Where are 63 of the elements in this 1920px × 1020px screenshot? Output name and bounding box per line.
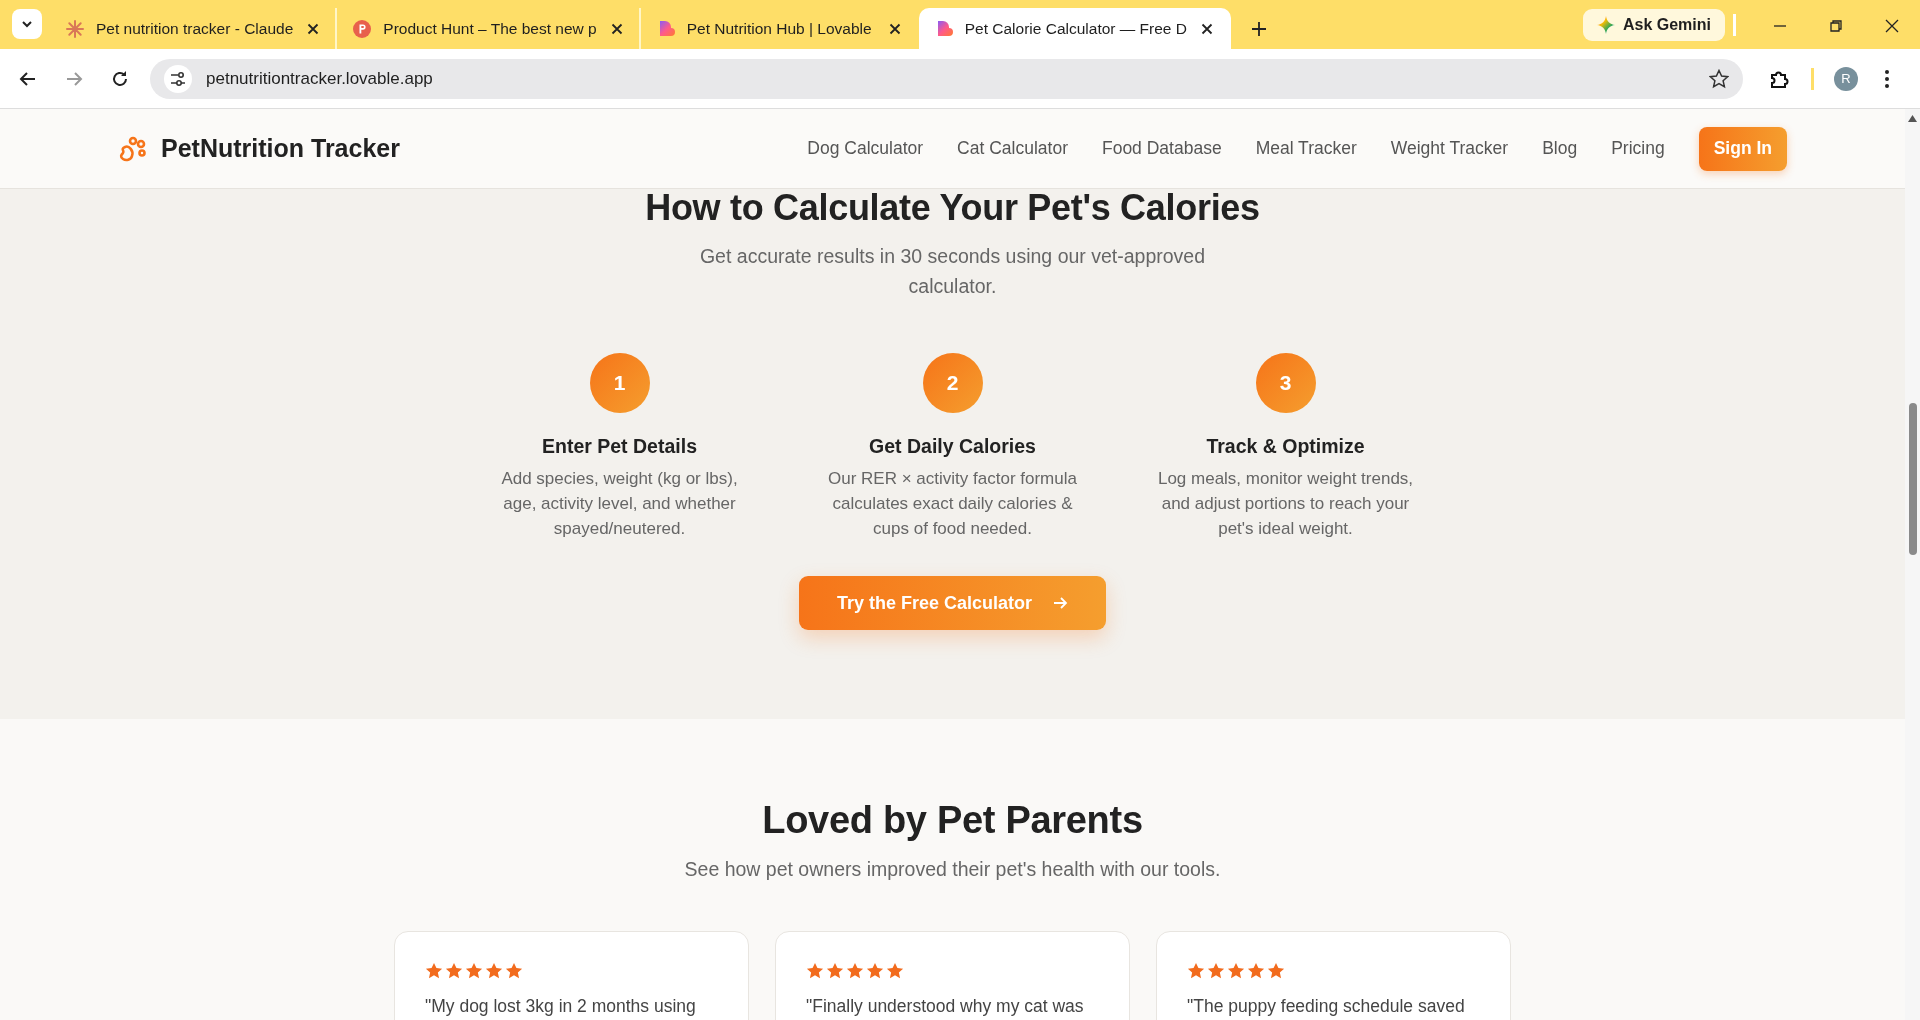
star-icon	[465, 962, 483, 980]
new-tab-icon[interactable]	[1250, 21, 1267, 37]
url-text: petnutritiontracker.lovable.app	[206, 68, 434, 89]
tab-title: Pet Calorie Calculator — Free D	[964, 19, 1187, 38]
star-icon	[846, 962, 864, 980]
nav-link[interactable]: Meal Tracker	[1255, 138, 1357, 159]
step-description: Our RER × activity factor formula calculates exact daily calories & cups of food needed.	[827, 468, 1078, 540]
tab-title: Pet Nutrition Hub | Lovable	[686, 19, 873, 38]
step-number: 3	[1255, 353, 1316, 413]
step-title: Enter Pet Details	[542, 435, 697, 458]
star-icon	[806, 962, 824, 980]
circle-logo-icon	[353, 19, 372, 38]
close-icon[interactable]	[1884, 18, 1900, 34]
step-number: 2	[922, 353, 983, 413]
star-icon	[1187, 962, 1205, 980]
tab-title: Pet nutrition tracker - Claude	[96, 19, 294, 38]
scroll-up-icon[interactable]	[1908, 115, 1917, 122]
step-description: Log meals, monitor weight trends, and adjust portions to reach your pet's ideal weight.	[1156, 468, 1415, 540]
nav-link[interactable]: Blog	[1542, 138, 1578, 159]
nav-link[interactable]: Cat Calculator	[957, 138, 1068, 159]
star-icon	[445, 962, 463, 980]
site-info-button[interactable]	[164, 64, 192, 93]
nav-link[interactable]: Pricing	[1611, 138, 1665, 159]
section-heading: Loved by Pet Parents	[762, 799, 1143, 842]
star-icon	[1267, 962, 1285, 980]
nav-link[interactable]: Dog Calculator	[807, 138, 924, 159]
star-icon	[826, 962, 844, 980]
review-quote: "The puppy feeding schedule saved	[1187, 996, 1466, 1017]
step-title: Get Daily Calories	[869, 435, 1036, 458]
star-outline-icon[interactable]	[1709, 68, 1729, 89]
star-icon	[866, 962, 884, 980]
sliders-icon	[170, 71, 186, 86]
scrollbar[interactable]	[1905, 109, 1920, 1020]
star-icon	[1207, 962, 1225, 980]
nav-link[interactable]: Weight Tracker	[1390, 138, 1509, 159]
tab-search-button[interactable]	[12, 9, 42, 39]
star-icon	[505, 962, 523, 980]
tab-title: Product Hunt – The best new p	[383, 19, 597, 38]
arrow-right-icon	[1052, 595, 1069, 611]
star-icon	[1227, 962, 1245, 980]
step-description: Add species, weight (kg or lbs), age, activity level, and whether spayed/neutered.	[500, 468, 739, 540]
starburst-icon	[66, 19, 84, 38]
browser-tab[interactable]: Pet Nutrition Hub | Lovable	[640, 8, 919, 49]
browser-tab[interactable]: Pet Calorie Calculator — Free D	[918, 8, 1231, 49]
section-subtitle: See how pet owners improved their pet's health with our tools.	[684, 858, 1221, 881]
restore-icon[interactable]	[1828, 18, 1844, 34]
star-icon	[1247, 962, 1265, 980]
section-subtitle: Get accurate results in 30 seconds using our vet-approved calculator.	[698, 244, 1207, 299]
nav-link[interactable]: Food Database	[1101, 138, 1222, 159]
step-title: Track & Optimize	[1206, 435, 1365, 458]
star-icon	[485, 962, 503, 980]
sparkle-icon	[1596, 16, 1615, 34]
step-number: 1	[589, 353, 650, 413]
review-quote: "Finally understood why my cat was	[806, 996, 1085, 1017]
review-quote: "My dog lost 3kg in 2 months using	[425, 996, 697, 1017]
ask-gemini-button[interactable]: Ask Gemini	[1582, 9, 1725, 41]
address-bar[interactable]: petnutritiontracker.lovable.app	[150, 58, 1743, 99]
logo-text[interactable]: PetNutrition Tracker	[161, 134, 400, 163]
section-heading: How to Calculate Your Pet's Calories	[645, 187, 1260, 229]
star-icon	[886, 962, 904, 980]
more-menu-icon[interactable]	[1884, 68, 1890, 89]
star-icon	[425, 962, 443, 980]
scroll-thumb[interactable]	[1909, 403, 1917, 555]
